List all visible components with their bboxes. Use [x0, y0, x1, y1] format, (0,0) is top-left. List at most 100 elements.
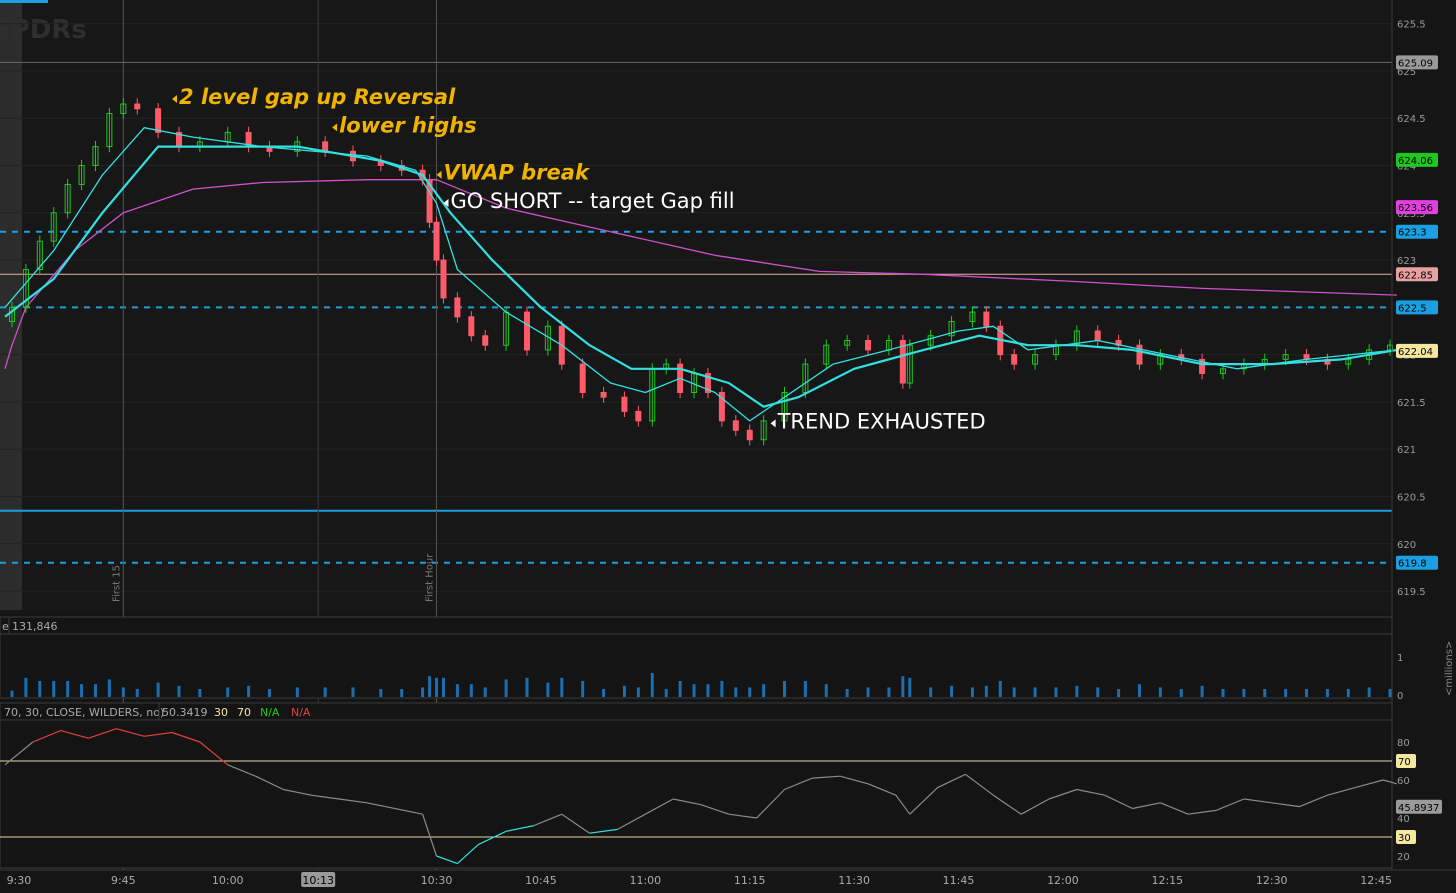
session-marker-label: First 15: [111, 565, 122, 602]
volume-bar: [1096, 687, 1100, 697]
candle-body: [322, 141, 329, 152]
volume-bar: [107, 679, 111, 697]
price-tick-label: 619.5: [1397, 587, 1426, 598]
volume-bar: [1012, 687, 1016, 697]
volume-bar: [1137, 684, 1141, 697]
volume-bar: [824, 684, 828, 697]
candle-body: [732, 420, 739, 431]
volume-bar: [483, 687, 487, 697]
volume-bar: [636, 687, 640, 697]
volume-bar: [1117, 689, 1121, 697]
volume-bar: [720, 681, 724, 697]
price-tick-label: 625.5: [1397, 20, 1426, 31]
volume-bar: [622, 685, 626, 697]
volume-bar: [1075, 685, 1079, 697]
candle-body: [621, 396, 628, 412]
volume-bar: [525, 677, 529, 697]
volume-bar: [1054, 687, 1058, 697]
volume-tick: 1: [1397, 653, 1403, 664]
price-tick-label: 620: [1397, 540, 1416, 551]
price-chart[interactable]: SPDRs First 15 First Hour 2 level gap up …: [0, 0, 1456, 889]
volume-tick: 0: [1397, 691, 1403, 702]
rsi-os: 70: [237, 706, 251, 719]
volume-bar: [602, 689, 606, 697]
rsi-params: 70, 30, CLOSE, WILDERS, no): [4, 706, 164, 719]
price-tag-label: 624.06: [1398, 156, 1433, 167]
rsi-tag-label: 45.8937: [1398, 803, 1439, 814]
price-tag-label: 619.8: [1398, 559, 1427, 570]
rsi-tick-label: 40: [1397, 814, 1410, 825]
candle-body: [454, 297, 461, 318]
rsi-ob: 30: [214, 706, 228, 719]
candle-body: [468, 316, 475, 337]
volume-bar: [52, 681, 56, 697]
time-tick-label: 12:15: [1151, 874, 1183, 887]
volume-bar: [1367, 687, 1371, 697]
volume-bar: [1263, 689, 1267, 697]
volume-bar: [1325, 689, 1329, 697]
session-marker-label: First Hour: [425, 553, 436, 602]
volume-bar: [650, 673, 654, 697]
annotation-label: GO SHORT -- target Gap fill: [450, 189, 734, 213]
volume-bar: [783, 681, 787, 697]
rsi-tick-label: 80: [1397, 738, 1410, 749]
volume-bar: [984, 685, 988, 697]
volume-bar: [803, 681, 807, 697]
volume-bar: [80, 684, 84, 697]
chart-window: SPDRs First 15 First Hour 2 level gap up …: [0, 0, 1456, 889]
volume-bar: [351, 687, 355, 697]
price-tag-label: 622.04: [1398, 347, 1433, 358]
volume-bar: [198, 689, 202, 697]
volume-bar: [135, 689, 139, 697]
time-tick-label: 11:45: [943, 874, 975, 887]
volume-bar: [1305, 689, 1309, 697]
time-tick-label: 11:15: [734, 874, 766, 887]
volume-bar: [267, 689, 271, 697]
time-tick-label: 10:45: [525, 874, 557, 887]
volume-unit: <millions>: [1444, 641, 1455, 696]
volume-letter: e: [2, 620, 9, 633]
volume-bar: [455, 684, 459, 697]
rsi-header: [0, 702, 1393, 721]
price-tag-label: 622.85: [1398, 270, 1433, 281]
price-tick-label: 624.5: [1397, 114, 1426, 125]
annotation-label: VWAP break: [444, 161, 591, 185]
volume-bar: [950, 685, 954, 697]
volume-bar: [295, 687, 299, 697]
volume-bar: [469, 684, 473, 697]
time-tick-label: 12:00: [1047, 874, 1079, 887]
volume-bar: [887, 687, 891, 697]
volume-bar: [226, 687, 230, 697]
candle-body: [1094, 330, 1101, 341]
volume-bar: [1200, 685, 1204, 697]
rsi-level-label: 30: [1398, 833, 1411, 844]
annotation-label: 2 level gap up Reversal: [179, 85, 456, 109]
price-tag-label: 623.3: [1398, 228, 1427, 239]
volume-bar: [177, 685, 181, 697]
volume-bar: [1346, 689, 1350, 697]
candle-body: [865, 339, 872, 351]
volume-bar: [121, 687, 125, 697]
volume-bar: [734, 687, 738, 697]
candle-body: [600, 391, 607, 398]
volume-bar: [692, 684, 696, 697]
volume-bar: [1388, 689, 1392, 697]
volume-bar: [866, 687, 870, 697]
time-tick-label: 11:00: [629, 874, 661, 887]
time-tick-label: 9:30: [7, 874, 32, 887]
candle-body: [155, 108, 162, 133]
candle-body: [440, 259, 447, 299]
annotation-label: TREND EXHAUSTED: [777, 409, 986, 433]
price-tag-label: 625.09: [1398, 58, 1433, 69]
annotation-label: lower highs: [339, 113, 477, 137]
volume-bar: [1179, 689, 1183, 697]
volume-bar: [1221, 689, 1225, 697]
volume-bar: [421, 687, 425, 697]
price-tick-label: 621.5: [1397, 398, 1426, 409]
volume-bar: [435, 677, 439, 697]
volume-bar: [10, 690, 14, 697]
candle-body: [134, 103, 141, 110]
candle-body: [579, 363, 586, 393]
volume-bar: [678, 681, 682, 697]
volume-bar: [762, 684, 766, 697]
